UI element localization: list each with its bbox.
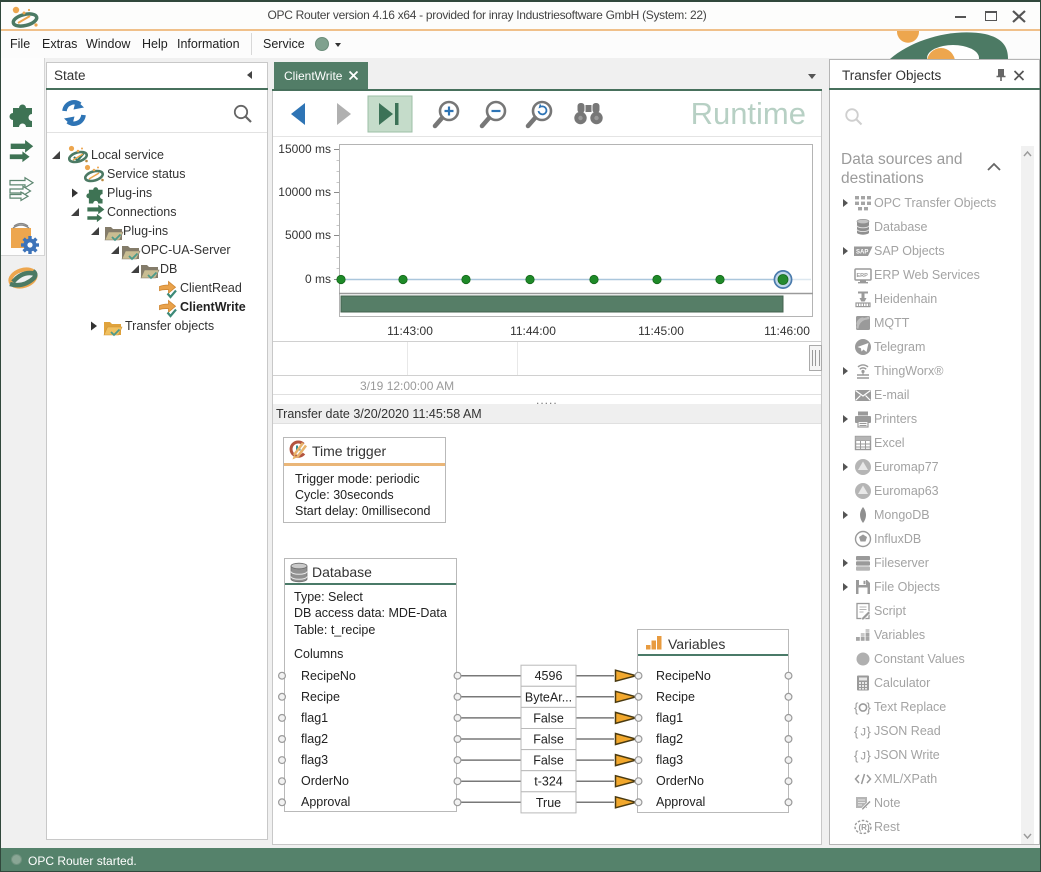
svg-text:4596: 4596 [535, 669, 563, 683]
svg-text:True: True [536, 796, 561, 810]
svg-text:ByteAr...: ByteAr... [525, 690, 572, 704]
svg-text:False: False [533, 711, 564, 725]
svg-text:False: False [533, 733, 564, 747]
svg-text:False: False [533, 754, 564, 768]
svg-text:t-324: t-324 [534, 775, 563, 789]
